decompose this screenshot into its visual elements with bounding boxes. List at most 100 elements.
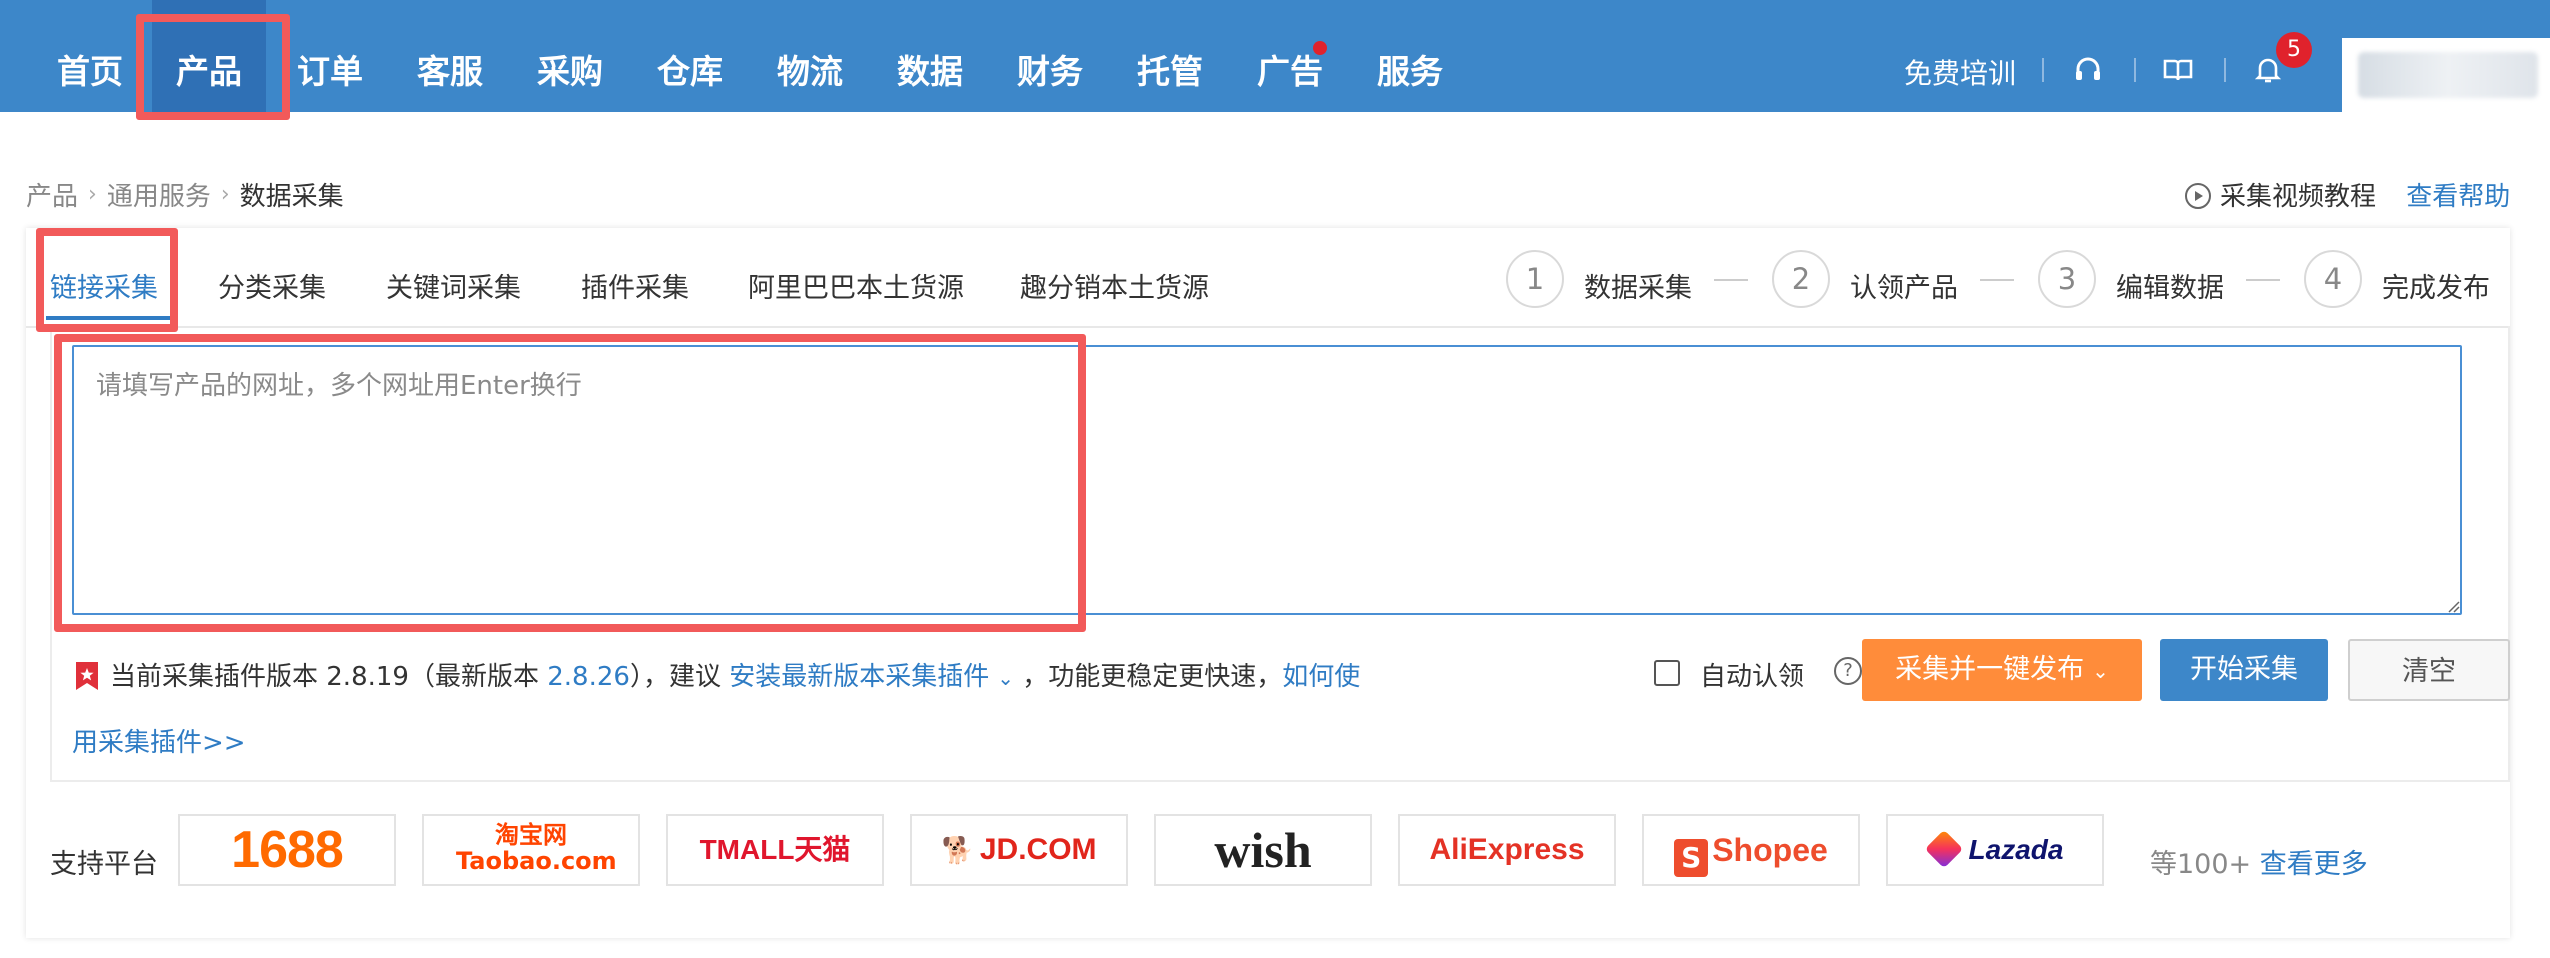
tab-category-collect[interactable]: 分类采集	[218, 266, 326, 305]
breadcrumb-item[interactable]: 通用服务	[107, 182, 211, 212]
shopee-bag-icon: S	[1674, 839, 1709, 877]
nav-item-label: 托管	[1137, 52, 1203, 91]
lazada-heart-icon	[1924, 829, 1963, 869]
platform-logo-shopee: S Shopee	[1642, 814, 1860, 886]
help-links: 采集视频教程 查看帮助	[2184, 176, 2510, 213]
logo-text: Lazada	[1968, 834, 2064, 865]
supported-platforms-label: 支持平台	[50, 849, 158, 880]
logo-text: Shopee	[1712, 832, 1828, 868]
logo-text: TMALL天猫	[699, 834, 851, 865]
plugin-notice-middle: ），建议	[629, 662, 730, 692]
resize-grip-icon[interactable]	[2444, 597, 2460, 613]
nav-item-services[interactable]: 服务	[1370, 0, 1450, 112]
nav-item-data[interactable]: 数据	[890, 0, 970, 112]
nav-item-label: 客服	[417, 52, 483, 91]
step-label: 认领产品	[1850, 273, 1958, 304]
nav-item-label: 物流	[777, 52, 843, 91]
breadcrumb-item[interactable]: 产品	[26, 182, 78, 212]
nav-item-home[interactable]: 首页	[48, 0, 132, 112]
nav-item-warehouse[interactable]: 仓库	[650, 0, 730, 112]
plugin-notice-prefix: 当前采集插件版本 2.8.19（最新版本	[110, 662, 548, 692]
top-nav-bar: 首页 产品 订单 客服 采购 仓库 物流 数据 财务 托管 广告 服务 免费培训…	[0, 0, 2550, 112]
ads-new-dot	[1313, 41, 1327, 55]
divider	[2134, 58, 2136, 82]
product-url-input[interactable]	[72, 345, 2462, 615]
step-label: 完成发布	[2382, 273, 2490, 304]
logo-text: 淘宝网 Taobao.com	[456, 821, 617, 875]
step-label: 数据采集	[1584, 273, 1692, 304]
view-more-link[interactable]: 查看更多	[2260, 849, 2368, 880]
breadcrumb: 产品 › 通用服务 › 数据采集	[26, 176, 344, 213]
more-count: 等100+	[2150, 849, 2252, 880]
breadcrumb-current: 数据采集	[239, 182, 344, 212]
nav-item-label: 采购	[537, 52, 603, 91]
latest-version-link[interactable]: 2.8.26	[547, 662, 630, 692]
video-tutorial-link[interactable]: 采集视频教程	[2220, 182, 2376, 212]
chevron-down-icon: ⌄	[2092, 659, 2109, 683]
free-training-link[interactable]: 免费培训	[1904, 52, 2016, 92]
divider	[2042, 58, 2044, 82]
chevron-down-icon[interactable]: ⌄	[997, 666, 1014, 690]
headset-icon[interactable]	[2072, 54, 2104, 86]
help-question-icon[interactable]: ?	[1834, 657, 1862, 685]
collect-and-publish-label: 采集并一键发布	[1895, 654, 2085, 685]
platform-logo-tmall: TMALL天猫	[666, 814, 884, 886]
chevron-right-icon: ›	[88, 182, 97, 207]
book-icon[interactable]	[2162, 54, 2194, 86]
auto-claim-checkbox[interactable]	[1654, 660, 1680, 686]
tab-alibaba-local[interactable]: 阿里巴巴本土货源	[748, 266, 964, 305]
step-connector	[2246, 279, 2280, 281]
play-circle-icon	[2185, 183, 2211, 209]
nav-item-label: 产品	[176, 52, 242, 91]
step-connector	[1980, 279, 2014, 281]
nav-item-label: 数据	[897, 52, 963, 91]
user-account[interactable]	[2342, 38, 2550, 112]
platform-logo-jd: 🐕 JD.COM	[910, 814, 1128, 886]
more-platforms: 等100+ 查看更多	[2150, 842, 2368, 881]
logo-text: AliExpress	[1429, 833, 1585, 866]
nav-item-label: 订单	[297, 52, 363, 91]
platform-logo-wish: wish	[1154, 814, 1372, 886]
step-number: 2	[1772, 250, 1830, 308]
install-plugin-link[interactable]: 安装最新版本采集插件	[729, 662, 989, 692]
nav-item-ads[interactable]: 广告	[1250, 0, 1330, 112]
nav-item-finance[interactable]: 财务	[1010, 0, 1090, 112]
nav-item-label: 财务	[1017, 52, 1083, 91]
active-tab-underline	[46, 316, 176, 320]
collect-and-publish-button[interactable]: 采集并一键发布 ⌄	[1862, 639, 2142, 701]
logo-text: JD.COM	[979, 833, 1097, 866]
divider	[2224, 58, 2226, 82]
view-help-link[interactable]: 查看帮助	[2406, 182, 2510, 212]
platform-logo-aliexpress: AliExpress	[1398, 814, 1616, 886]
howto-plugin-link-continued[interactable]: 用采集插件>>	[72, 722, 246, 759]
nav-item-orders[interactable]: 订单	[290, 0, 370, 112]
tab-keyword-collect[interactable]: 关键词采集	[386, 266, 521, 305]
jd-dog-icon: 🐕	[941, 836, 974, 866]
step-number: 4	[2304, 250, 2362, 308]
step-number: 3	[2038, 250, 2096, 308]
platform-logo-taobao: 淘宝网 Taobao.com	[422, 814, 640, 886]
tab-link-collect[interactable]: 链接采集	[50, 266, 158, 305]
step-connector	[1714, 279, 1748, 281]
tab-plugin-collect[interactable]: 插件采集	[581, 266, 689, 305]
collection-panel: 链接采集 分类采集 关键词采集 插件采集 阿里巴巴本土货源 趣分销本土货源 1 …	[26, 228, 2510, 938]
notification-badge: 5	[2276, 32, 2312, 68]
tabs-bar: 链接采集 分类采集 关键词采集 插件采集 阿里巴巴本土货源 趣分销本土货源 1 …	[26, 228, 2510, 328]
howto-plugin-link[interactable]: 如何使	[1282, 662, 1360, 692]
nav-item-purchase[interactable]: 采购	[530, 0, 610, 112]
nav-item-customer-service[interactable]: 客服	[410, 0, 490, 112]
nav-item-hosting[interactable]: 托管	[1130, 0, 1210, 112]
nav-item-product[interactable]: 产品	[152, 0, 266, 112]
logo-text: 1688	[231, 821, 344, 879]
nav-item-logistics[interactable]: 物流	[770, 0, 850, 112]
plugin-notice-suffix: ，功能更稳定更快速，	[1013, 662, 1283, 692]
plugin-version-notice: 当前采集插件版本 2.8.19（最新版本 2.8.26），建议 安装最新版本采集…	[74, 656, 1360, 693]
auto-claim-label[interactable]: 自动认领	[1700, 656, 1804, 693]
start-collect-button[interactable]: 开始采集	[2160, 639, 2328, 701]
tab-qufenxiao-local[interactable]: 趣分销本土货源	[1020, 266, 1209, 305]
clear-button[interactable]: 清空	[2348, 639, 2510, 701]
platform-logo-lazada: Lazada	[1886, 814, 2104, 886]
platform-logo-1688: 1688	[178, 814, 396, 886]
avatar	[2358, 52, 2538, 98]
nav-item-label: 服务	[1377, 52, 1443, 91]
